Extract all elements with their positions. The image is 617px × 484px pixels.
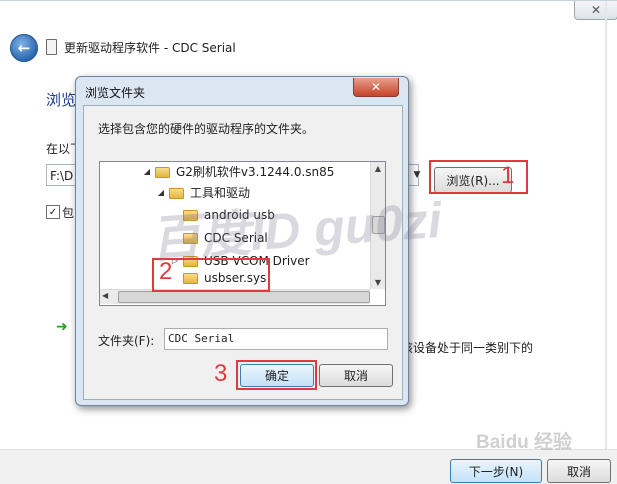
expander-icon[interactable]: ◢ (142, 162, 152, 182)
pick-from-list-description: 该设备处于同一类别下的 (401, 341, 534, 355)
back-arrow-icon: ← (17, 39, 31, 57)
device-icon (46, 39, 57, 55)
page-heading: 浏览 (46, 91, 77, 109)
window-edge (605, 1, 607, 483)
next-button[interactable]: 下一步(N) (450, 459, 542, 483)
step-3-number: 3 (214, 360, 228, 387)
close-icon: ✕ (590, 3, 602, 17)
dialog-title: 浏览文件夹 (85, 86, 146, 100)
scroll-up-icon[interactable]: ▲ (371, 164, 385, 173)
baidu-watermark: Baidu 经验 (476, 432, 573, 453)
include-subfolders-label: 包 (62, 206, 75, 220)
dialog-instruction: 选择包含您的硬件的驱动程序的文件夹。 (98, 122, 315, 136)
folder-input[interactable]: CDC Serial (164, 328, 388, 350)
dialog-close-button[interactable]: ✕ (353, 78, 399, 97)
window-title: 更新驱动程序软件 - CDC Serial (64, 41, 236, 55)
folder-field-label: 文件夹(F): (98, 334, 155, 348)
tree-item[interactable]: ◢ G2刷机软件v3.1244.0.sn85 (142, 162, 335, 182)
folder-icon (155, 166, 170, 178)
scroll-left-icon[interactable]: ◀ (102, 291, 108, 300)
title-bar (0, 1, 617, 29)
close-icon: ✕ (370, 80, 382, 94)
scroll-thumb[interactable] (118, 291, 370, 303)
include-subfolders-checkbox[interactable]: ✓ (46, 205, 60, 219)
dialog-cancel-button[interactable]: 取消 (319, 364, 393, 387)
close-button[interactable]: ✕ (574, 1, 617, 20)
step-1-number: 1 (501, 162, 515, 189)
green-arrow-icon: ➜ (56, 319, 68, 335)
wizard-cancel-button[interactable]: 取消 (547, 459, 611, 483)
back-button[interactable]: ← (10, 34, 38, 62)
checkmark-icon: ✓ (48, 206, 58, 218)
step-3-highlight (236, 360, 317, 390)
scroll-down-icon[interactable]: ▼ (371, 278, 385, 287)
tree-item-label: G2刷机软件v3.1244.0.sn85 (176, 165, 335, 179)
